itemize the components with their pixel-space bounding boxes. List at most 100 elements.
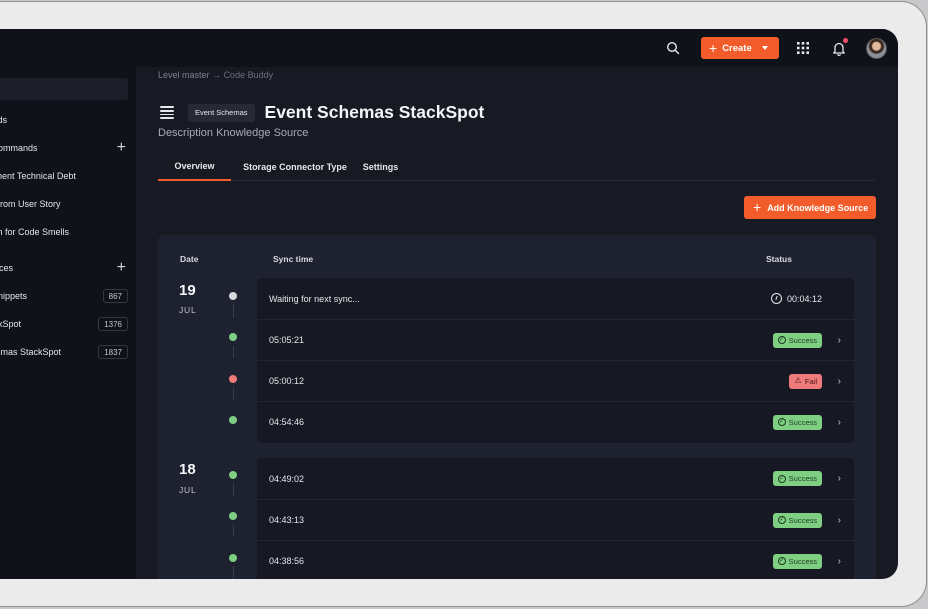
page-title: Event Schemas StackSpot	[264, 102, 485, 122]
plus-icon: +	[709, 39, 718, 56]
column-header-date: Date	[180, 254, 199, 264]
tab-settings[interactable]: Settings	[361, 153, 400, 181]
sidebar-item[interactable]: ode from User Story	[0, 194, 128, 214]
timeline-dot-success	[229, 333, 237, 341]
sidebar-item-label: ck Commands	[0, 143, 38, 153]
sidebar-item[interactable]: StackSpot 1376	[0, 314, 128, 334]
sidebar-item-label: earch for Code Smells	[0, 227, 70, 237]
sync-group: 04:49:02 ✓ Success › 04:43:13 ✓ Success › …	[257, 458, 854, 579]
status-badge-success: ✓ Success	[772, 332, 822, 348]
check-circle-icon: ✓	[777, 418, 786, 426]
chevron-right-icon[interactable]: ›	[838, 473, 841, 484]
apps-grid-icon[interactable]	[792, 37, 814, 59]
tab-storage-connector-type[interactable]: Storage Connector Type	[239, 153, 351, 181]
status-label: Success	[788, 556, 817, 566]
sidebar-item[interactable]: mands	[0, 110, 128, 130]
chevron-right-icon[interactable]: ›	[838, 376, 841, 387]
bell-icon[interactable]	[828, 37, 850, 59]
chevron-down-icon	[761, 46, 768, 50]
count-badge: 1837	[98, 345, 128, 359]
column-header-status: Status	[766, 254, 792, 264]
sidebar-item[interactable]: ocument Technical Debt	[0, 166, 128, 186]
sync-time: 04:49:02	[269, 473, 305, 484]
timeline-dot-pending	[229, 292, 237, 300]
tab-bar: Overview Storage Connector Type Settings	[158, 153, 876, 181]
status-label: Success	[788, 417, 817, 427]
sidebar-search[interactable]	[0, 78, 128, 100]
clock-icon	[770, 293, 782, 304]
timeline-dot-success	[229, 512, 237, 520]
sync-history-card: Date Sync time Status 19 JUL Waiting for…	[158, 235, 876, 579]
app-screen: + Create ds ommands + ent Technical Debt…	[0, 29, 898, 579]
add-icon[interactable]: +	[117, 139, 126, 157]
date-day: 18	[179, 461, 196, 478]
check-circle-icon: ✓	[777, 336, 786, 344]
sync-row-pending: Waiting for next sync... 00:04:12	[257, 278, 854, 319]
status-badge-success: ✓ Success	[772, 414, 822, 430]
sync-group: Waiting for next sync... 00:04:12 05:05:…	[257, 278, 854, 443]
sync-time: 05:00:12	[269, 376, 305, 386]
sync-time: 04:54:46	[269, 417, 305, 427]
search-icon[interactable]	[662, 37, 684, 59]
breadcrumb-current: Code Buddy	[223, 70, 274, 80]
create-button[interactable]: + Create	[701, 37, 779, 59]
page-subtitle: Description Knowledge Source	[158, 127, 309, 139]
table-row[interactable]: 04:43:13 ✓ Success ›	[257, 499, 854, 540]
add-knowledge-source-button[interactable]: + Add Knowledge Source	[744, 196, 876, 219]
status-label: Fail	[804, 376, 817, 386]
breadcrumb-separator: →	[212, 70, 222, 80]
top-bar: + Create	[0, 29, 898, 67]
column-header-sync-time: Sync time	[273, 254, 314, 264]
sidebar-item-label: Sources	[0, 263, 14, 273]
tab-overview[interactable]: Overview	[158, 153, 231, 181]
sidebar-item-label: StackSpot	[0, 319, 22, 329]
add-icon[interactable]: +	[117, 259, 126, 277]
chevron-right-icon[interactable]: ›	[838, 556, 841, 567]
sidebar-item-label: ds Snippets	[0, 291, 28, 301]
create-button-label: Create	[722, 42, 752, 54]
timeline-line	[233, 525, 234, 537]
status-badge-fail: ⚠ Fail	[788, 373, 822, 389]
sidebar: mands ck Commands + ocument Technical De…	[0, 67, 136, 579]
date-month: JUL	[179, 485, 197, 495]
notification-dot	[843, 38, 848, 43]
date-day: 19	[179, 282, 196, 299]
sidebar-section-quick-commands[interactable]: ck Commands +	[0, 138, 128, 158]
sidebar-item-label: ocument Technical Debt	[0, 171, 76, 181]
timeline-line	[233, 483, 234, 497]
avatar[interactable]	[866, 38, 887, 59]
table-row[interactable]: 04:38:56 ✓ Success ›	[257, 540, 854, 579]
warning-icon: ⚠	[794, 376, 802, 385]
sidebar-item-selected[interactable]: Schemas StackSpot 1837	[0, 342, 128, 362]
sync-status-text: Waiting for next sync...	[269, 293, 360, 304]
table-row[interactable]: 05:05:21 ✓ Success ›	[257, 319, 854, 360]
timeline-line	[233, 346, 234, 358]
date-month: JUL	[179, 305, 197, 315]
breadcrumb: Level master → Code Buddy	[158, 70, 273, 80]
count-badge: 1376	[98, 317, 128, 331]
timeline-line	[233, 566, 234, 579]
device-frame: + Create ds ommands + ent Technical Debt…	[0, 0, 928, 609]
status-badge-success: ✓ Success	[772, 512, 822, 528]
check-circle-icon: ✓	[777, 474, 786, 483]
sidebar-item-label: Schemas StackSpot	[0, 347, 62, 357]
breadcrumb-parent[interactable]: Level master	[158, 70, 210, 80]
table-row[interactable]: 05:00:12 ⚠ Fail ›	[257, 360, 854, 401]
status-label: Success	[788, 515, 817, 525]
sidebar-section-knowledge-sources[interactable]: Sources +	[0, 258, 128, 278]
status-badge-success: ✓ Success	[772, 553, 822, 569]
sync-time: 04:38:56	[269, 556, 305, 566]
table-row[interactable]: 04:54:46 ✓ Success ›	[257, 401, 854, 442]
sidebar-item[interactable]: earch for Code Smells	[0, 222, 128, 242]
type-chip: Event Schemas	[188, 103, 255, 122]
chevron-right-icon[interactable]: ›	[838, 515, 841, 526]
sidebar-item[interactable]: ds Snippets 867	[0, 286, 128, 306]
chevron-right-icon[interactable]: ›	[838, 335, 841, 346]
status-label: Success	[788, 335, 817, 345]
timeline-dot-fail	[229, 375, 237, 383]
timeline-line	[233, 387, 234, 399]
timeline-dot-success	[229, 416, 237, 424]
table-row[interactable]: 04:49:02 ✓ Success ›	[257, 458, 854, 499]
chevron-right-icon[interactable]: ›	[838, 417, 841, 428]
countdown-value: 00:04:12	[786, 293, 822, 304]
